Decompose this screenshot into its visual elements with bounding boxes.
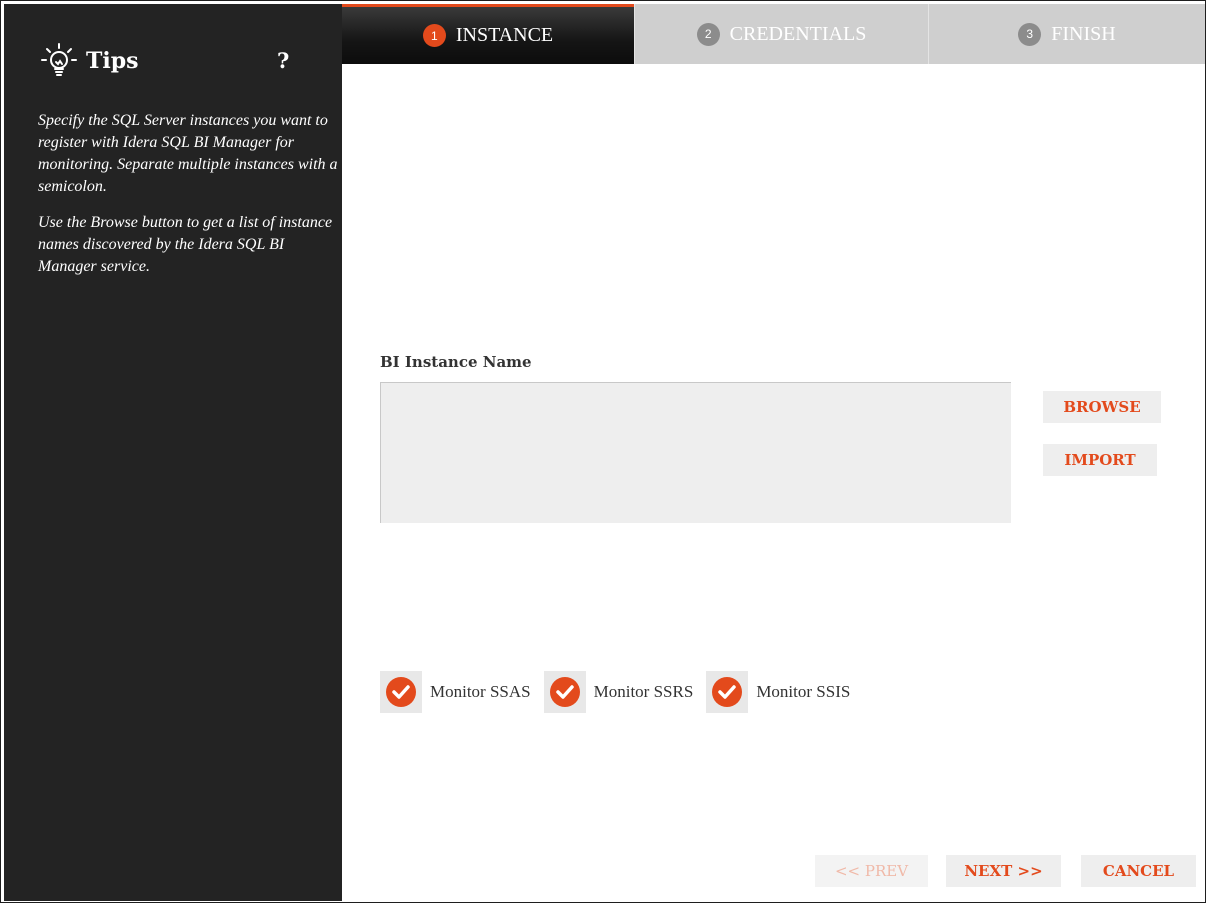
tip-paragraph: Specify the SQL Server instances you wan…	[38, 112, 338, 195]
tab-label: INSTANCE	[455, 24, 554, 46]
tab-credentials[interactable]: 2 CREDENTIALS	[634, 4, 928, 64]
tips-text: Specify the SQL Server instances you wan…	[38, 110, 338, 292]
bi-instance-name-input[interactable]	[380, 382, 1011, 523]
checkbox-box[interactable]	[543, 671, 586, 713]
tips-header: Tips	[40, 42, 139, 80]
checkmark-icon	[712, 677, 743, 707]
cancel-button[interactable]: CANCEL	[1081, 855, 1196, 887]
checkbox-box[interactable]	[706, 671, 749, 713]
wizard-steps: 1 INSTANCE 2 CREDENTIALS 3 FINISH	[342, 4, 1205, 64]
checkbox-box[interactable]	[380, 671, 422, 713]
tip-paragraph: Use the Browse button to get a list of i…	[38, 214, 333, 275]
checkbox-label: Monitor SSIS	[756, 682, 851, 701]
lightbulb-icon	[41, 43, 77, 76]
help-icon[interactable]: ?	[277, 48, 289, 73]
monitor-ssis-checkbox[interactable]: Monitor SSIS	[706, 671, 850, 713]
tips-sidebar: Tips ? Specify the SQL Server instances …	[4, 4, 342, 901]
tab-finish[interactable]: 3 FINISH	[928, 4, 1205, 64]
tab-label: FINISH	[1051, 22, 1116, 45]
browse-button[interactable]: BROWSE	[1043, 391, 1161, 423]
checkbox-label: Monitor SSAS	[430, 682, 531, 701]
next-button[interactable]: NEXT >>	[946, 855, 1061, 887]
wizard-window: Tips ? Specify the SQL Server instances …	[0, 0, 1206, 903]
prev-button[interactable]: << PREV	[815, 855, 928, 887]
monitor-ssrs-checkbox[interactable]: Monitor SSRS	[543, 671, 694, 713]
tab-instance[interactable]: 1 INSTANCE	[342, 4, 634, 64]
step-number-badge: 3	[1018, 22, 1042, 46]
monitor-ssas-checkbox[interactable]: Monitor SSAS	[380, 671, 531, 713]
tab-label: CREDENTIALS	[729, 22, 867, 45]
checkbox-label: Monitor SSRS	[593, 682, 694, 701]
import-button[interactable]: IMPORT	[1043, 444, 1157, 476]
checkmark-icon	[386, 677, 416, 707]
bi-instance-name-label: BI Instance Name	[380, 353, 532, 371]
step-number-badge: 2	[696, 22, 720, 46]
tips-title: Tips	[86, 48, 139, 74]
monitor-options: Monitor SSAS Monitor SSRS Monitor SSIS	[380, 671, 863, 713]
checkmark-icon	[549, 677, 580, 707]
step-number-badge: 1	[422, 24, 446, 47]
